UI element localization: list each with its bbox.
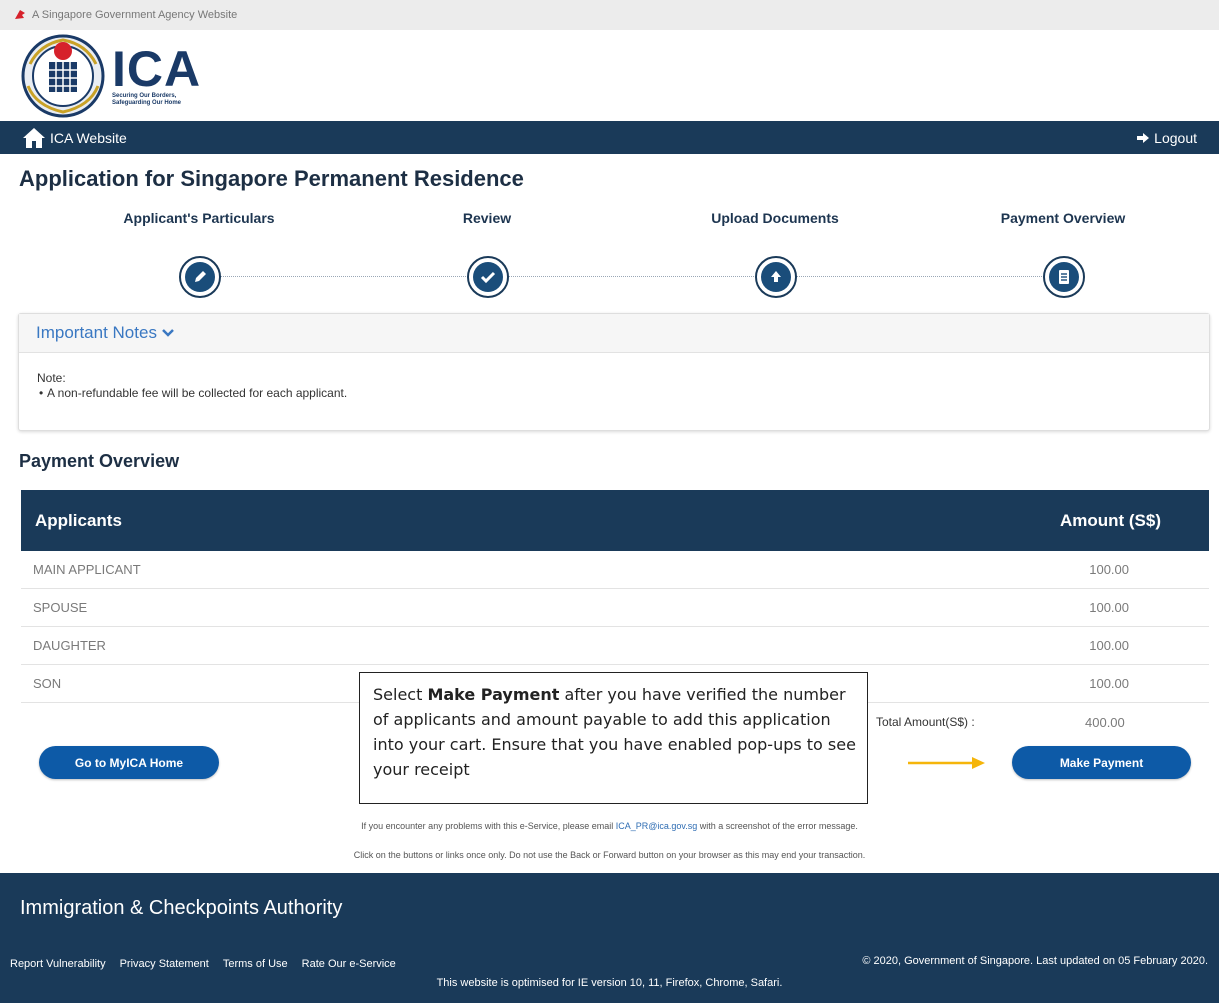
ica-crest-icon xyxy=(21,34,105,118)
instruction-callout: Select Make Payment after you have verif… xyxy=(359,672,868,804)
step-upload xyxy=(755,256,797,298)
note-item: A non-refundable fee will be collected f… xyxy=(37,386,1209,400)
support-email-link[interactable]: ICA_PR@ica.gov.sg xyxy=(616,821,698,831)
amount-cell: 100.00 xyxy=(1089,638,1129,653)
amount-cell: 100.00 xyxy=(1089,562,1129,577)
step-label-review: Review xyxy=(462,210,512,226)
top-nav-bar: ICA Website Logout xyxy=(0,121,1219,154)
gov-agency-bar: A Singapore Government Agency Website xyxy=(0,0,1219,30)
browser-optimised-text: This website is optimised for IE version… xyxy=(436,977,783,989)
support-text-pre: If you encounter any problems with this … xyxy=(361,821,616,831)
column-header-applicants: Applicants xyxy=(35,510,122,530)
arrow-right-icon xyxy=(908,757,985,769)
step-review xyxy=(467,256,509,298)
step-connector xyxy=(508,276,754,277)
applicant-cell: SON xyxy=(33,676,62,691)
navigation-warning: Click on the buttons or links once only.… xyxy=(353,850,866,860)
support-text-post: with a screenshot of the error message. xyxy=(697,821,858,831)
site-footer: Immigration & Checkpoints Authority Repo… xyxy=(0,873,1219,1003)
step-payment xyxy=(1043,256,1085,298)
footer-links: Report Vulnerability Privacy Statement T… xyxy=(10,958,396,970)
amount-cell: 100.00 xyxy=(1089,676,1129,691)
pencil-badge-icon xyxy=(195,271,206,282)
table-row: MAIN APPLICANT 100.00 xyxy=(21,551,1209,589)
payment-overview-title: Payment Overview xyxy=(19,451,180,471)
document-icon xyxy=(1059,270,1069,284)
rate-eservice-link[interactable]: Rate Our e-Service xyxy=(302,958,396,970)
payment-table-header: Applicants Amount (S$) xyxy=(21,490,1209,551)
amount-cell: 100.00 xyxy=(1089,600,1129,615)
page-title: Application for Singapore Permanent Resi… xyxy=(19,166,524,191)
note-list: A non-refundable fee will be collected f… xyxy=(37,386,1209,400)
ica-website-label: ICA Website xyxy=(50,129,127,146)
terms-of-use-link[interactable]: Terms of Use xyxy=(223,958,288,970)
step-connector xyxy=(796,276,1042,277)
total-amount-value: 400.00 xyxy=(1085,715,1125,730)
note-label: Note: xyxy=(37,371,66,385)
footer-title: Immigration & Checkpoints Authority xyxy=(20,897,343,919)
callout-prefix: Select xyxy=(373,685,428,704)
logout-icon xyxy=(1137,132,1150,143)
important-notes-toggle[interactable]: Important Notes xyxy=(19,314,1209,353)
report-vulnerability-link[interactable]: Report Vulnerability xyxy=(10,958,106,970)
important-notes-body: Note: A non-refundable fee will be colle… xyxy=(19,353,1209,400)
table-row: DAUGHTER 100.00 xyxy=(21,627,1209,665)
step-label-upload: Upload Documents xyxy=(711,210,839,226)
applicant-cell: SPOUSE xyxy=(33,600,88,615)
ica-logo-text: ICA xyxy=(112,41,202,97)
logout-label: Logout xyxy=(1154,129,1197,146)
important-notes-title: Important Notes xyxy=(36,323,157,342)
check-badge-icon xyxy=(480,271,496,284)
step-label-particulars: Applicant's Particulars xyxy=(123,210,275,226)
step-particulars xyxy=(179,256,221,298)
lion-head-icon xyxy=(15,10,25,19)
progress-stepper: Applicant's Particulars Review Upload Do… xyxy=(0,206,1219,298)
step-connector xyxy=(220,276,466,277)
logout-link[interactable]: Logout xyxy=(1137,130,1197,146)
gov-agency-text: A Singapore Government Agency Website xyxy=(32,9,238,21)
support-info-line: If you encounter any problems with this … xyxy=(0,821,1219,831)
table-row: SPOUSE 100.00 xyxy=(21,589,1209,627)
copyright-text: © 2020, Government of Singapore. Last up… xyxy=(862,955,1208,967)
callout-bold: Make Payment xyxy=(427,685,560,704)
home-icon xyxy=(23,127,45,148)
go-to-myica-home-button[interactable]: Go to MyICA Home xyxy=(39,746,219,779)
privacy-statement-link[interactable]: Privacy Statement xyxy=(120,958,209,970)
step-label-payment: Payment Overview xyxy=(1000,210,1126,226)
chevron-down-icon xyxy=(162,329,174,337)
applicant-cell: DAUGHTER xyxy=(33,638,106,653)
upload-badge-icon xyxy=(771,271,781,282)
ica-logo[interactable]: ICA Securing Our Borders, Safeguarding O… xyxy=(20,34,201,118)
ica-tagline-2: Safeguarding Our Home xyxy=(112,100,182,106)
applicant-cell: MAIN APPLICANT xyxy=(33,562,141,577)
total-amount-label: Total Amount(S$) : xyxy=(876,715,975,729)
important-notes-panel: Important Notes Note: A non-refundable f… xyxy=(18,313,1210,431)
make-payment-button[interactable]: Make Payment xyxy=(1012,746,1191,779)
ica-tagline-1: Securing Our Borders, xyxy=(112,93,177,99)
column-header-amount: Amount (S$) xyxy=(1059,510,1161,530)
ica-website-link[interactable]: ICA Website xyxy=(22,127,127,149)
